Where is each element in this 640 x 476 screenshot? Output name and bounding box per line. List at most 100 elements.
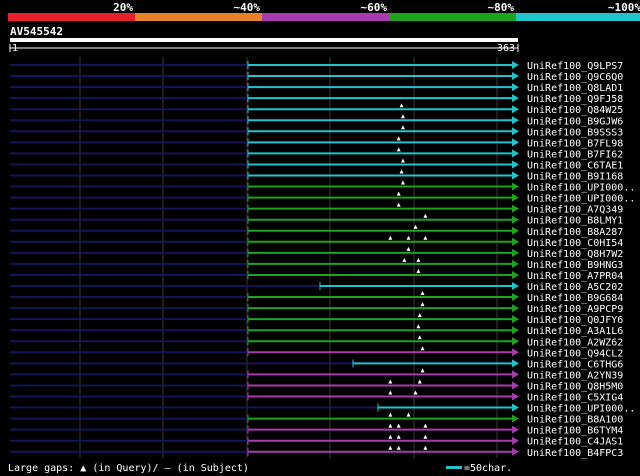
hit-label[interactable]: UniRef100_C4JAS1 bbox=[527, 437, 623, 448]
hit-label[interactable]: UniRef100_B8LMY1 bbox=[527, 216, 623, 227]
query-gap-marker bbox=[423, 213, 428, 218]
query-gap-marker bbox=[406, 412, 411, 417]
hit-arrowhead bbox=[512, 282, 519, 290]
query-gap-marker bbox=[396, 434, 401, 439]
hit-row: UniRef100_B8A100 bbox=[10, 412, 623, 426]
hit-arrowhead bbox=[512, 72, 519, 81]
hit-row: UniRef100_B9GJW6 bbox=[10, 114, 623, 127]
hit-label[interactable]: UniRef100_Q9FJ58 bbox=[527, 94, 623, 105]
hit-row: UniRef100_C0HI54 bbox=[10, 235, 623, 249]
hit-arrowhead bbox=[512, 138, 519, 147]
query-gap-marker bbox=[406, 235, 411, 240]
hit-arrowhead bbox=[512, 337, 519, 346]
hit-row: UniRef100_C6THG6 bbox=[10, 359, 623, 370]
hit-label[interactable]: UniRef100_Q0JFY6 bbox=[527, 315, 623, 326]
hit-row: UniRef100_B7FI62 bbox=[10, 147, 623, 160]
hit-arrowhead bbox=[512, 392, 519, 401]
hit-row: UniRef100_C5XIG4 bbox=[10, 390, 623, 404]
hit-label[interactable]: UniRef100_Q8H7W2 bbox=[527, 249, 623, 260]
hit-label[interactable]: UniRef100_A5C202 bbox=[527, 282, 623, 293]
hit-label[interactable]: UniRef100_B7FI62 bbox=[527, 149, 623, 160]
hit-label[interactable]: UniRef100_B8A287 bbox=[527, 227, 623, 238]
hit-label[interactable]: UniRef100_UPI000.. bbox=[527, 404, 635, 415]
query-gap-marker bbox=[396, 191, 401, 196]
footer: Large gaps: ▲ (in Query)/ — (in Subject)… bbox=[8, 463, 512, 474]
hit-arrowhead bbox=[512, 270, 519, 279]
hit-label[interactable]: UniRef100_A7Q349 bbox=[527, 205, 623, 216]
alignment-chart: 20% ~40% ~60% ~80% ~100% AV545542 1 363 UniR… bbox=[8, 1, 640, 474]
hit-row: UniRef100_Q94CL2 bbox=[10, 346, 623, 359]
hit-arrowhead bbox=[512, 61, 519, 69]
hit-arrowhead bbox=[512, 127, 519, 136]
identity-color-legend bbox=[8, 13, 640, 21]
hit-row: UniRef100_B9SSS3 bbox=[10, 125, 623, 138]
hit-row: UniRef100_UPI000.. bbox=[10, 191, 635, 205]
hit-label[interactable]: UniRef100_C6TAE1 bbox=[527, 160, 623, 171]
hit-arrowhead bbox=[512, 204, 519, 213]
scale-text: =50char. bbox=[464, 463, 512, 474]
hit-row: UniRef100_Q9C6Q0 bbox=[10, 72, 623, 83]
footer-gaps-label: Large gaps: ▲ (in Query)/ — (in Subject) bbox=[8, 463, 249, 474]
query-gap-marker bbox=[423, 235, 428, 240]
hit-row: UniRef100_UPI000.. bbox=[10, 403, 635, 415]
hit-label[interactable]: UniRef100_A7PR04 bbox=[527, 271, 623, 282]
hit-label[interactable]: UniRef100_B9I168 bbox=[527, 172, 623, 183]
query-gap-marker bbox=[399, 103, 404, 108]
hit-label[interactable]: UniRef100_C5XIG4 bbox=[527, 393, 623, 404]
hit-label[interactable]: UniRef100_C6THG6 bbox=[527, 359, 623, 370]
hit-label[interactable]: UniRef100_UPI000.. bbox=[527, 183, 635, 194]
hit-row: UniRef100_Q9FJ58 bbox=[10, 94, 623, 105]
hit-arrowhead bbox=[512, 193, 519, 202]
hit-arrowhead bbox=[512, 381, 519, 390]
hit-label[interactable]: UniRef100_B7FL98 bbox=[527, 138, 623, 149]
hit-label[interactable]: UniRef100_A9PCP9 bbox=[527, 304, 623, 315]
hit-row: UniRef100_Q8H5M0 bbox=[10, 379, 623, 392]
legend-segment bbox=[8, 13, 135, 21]
hit-label[interactable]: UniRef100_B9GJW6 bbox=[527, 116, 623, 127]
hit-label[interactable]: UniRef100_B9HNG3 bbox=[527, 260, 623, 271]
query-gap-marker bbox=[396, 445, 401, 450]
hit-arrowhead bbox=[512, 237, 519, 246]
hit-label[interactable]: UniRef100_A3A1L6 bbox=[527, 326, 623, 337]
query-gap-marker bbox=[423, 434, 428, 439]
query-axis: 1 363 bbox=[9, 43, 519, 54]
legend-segment bbox=[262, 13, 389, 21]
hit-row: UniRef100_A2YN39 bbox=[10, 368, 623, 381]
hit-label[interactable]: UniRef100_Q94CL2 bbox=[527, 348, 623, 359]
query-gap-marker bbox=[420, 302, 425, 307]
hit-row: UniRef100_A7Q349 bbox=[10, 202, 623, 216]
query-gap-marker bbox=[396, 136, 401, 141]
hit-label[interactable]: UniRef100_A2YN39 bbox=[527, 370, 623, 381]
hit-label[interactable]: UniRef100_Q8H5M0 bbox=[527, 381, 623, 392]
hit-label[interactable]: UniRef100_Q9LPS7 bbox=[527, 61, 623, 72]
legend-tick-label: ~100% bbox=[608, 1, 640, 14]
query-name: AV545542 bbox=[10, 25, 63, 38]
hit-label[interactable]: UniRef100_Q84W25 bbox=[527, 105, 623, 116]
query-gap-marker bbox=[388, 390, 393, 395]
hit-arrowhead bbox=[512, 182, 519, 191]
query-gap-marker bbox=[396, 147, 401, 152]
legend-segment bbox=[135, 13, 262, 21]
query-gap-marker bbox=[420, 291, 425, 296]
hit-label[interactable]: UniRef100_A2WZ62 bbox=[527, 337, 623, 348]
hit-row: UniRef100_UPI000.. bbox=[10, 180, 635, 194]
hit-label[interactable]: UniRef100_B9G684 bbox=[527, 293, 623, 304]
hit-label[interactable]: UniRef100_B6TYM4 bbox=[527, 426, 623, 437]
hit-arrowhead bbox=[512, 248, 519, 257]
hit-arrowhead bbox=[512, 116, 519, 125]
query-gap-marker bbox=[416, 257, 421, 262]
hit-label[interactable]: UniRef100_B9SSS3 bbox=[527, 127, 623, 138]
hit-label[interactable]: UniRef100_UPI000.. bbox=[527, 194, 635, 205]
query-gap-marker: ▲ bbox=[80, 463, 86, 474]
hit-label[interactable]: UniRef100_B4FPC3 bbox=[527, 448, 623, 459]
hit-label[interactable]: UniRef100_Q9C6Q0 bbox=[527, 72, 623, 83]
hit-label[interactable]: UniRef100_C0HI54 bbox=[527, 238, 623, 249]
subject-gap-text: (in Subject) bbox=[177, 463, 249, 474]
hit-label[interactable]: UniRef100_B8A100 bbox=[527, 415, 623, 426]
legend-tick-label: 20% bbox=[113, 1, 133, 14]
hit-arrowhead bbox=[512, 160, 519, 169]
legend-segment bbox=[389, 13, 516, 21]
hit-label[interactable]: UniRef100_Q8LAD1 bbox=[527, 83, 623, 94]
hit-row: UniRef100_A9PCP9 bbox=[10, 302, 623, 315]
query-gap-marker bbox=[400, 114, 405, 119]
